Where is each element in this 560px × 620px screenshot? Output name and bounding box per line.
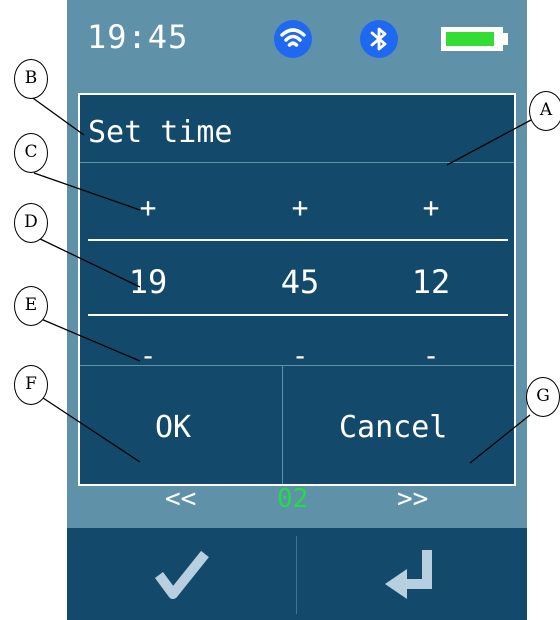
battery-level-fill [446,32,494,46]
battery-tip [503,33,508,45]
second-increment-button[interactable]: + [386,191,476,224]
callout-d: D [14,203,48,243]
status-time: 19:45 [87,18,189,56]
callout-c: C [14,133,48,173]
wifi-icon [274,20,312,58]
device-screen: 19:45 << 02 >> Set time + + + 19 45 12 -… [67,0,527,620]
second-value: 12 [411,263,451,301]
cancel-button-label: Cancel [339,410,448,445]
ok-button[interactable]: OK [80,366,282,484]
dialog-title: Set time [88,115,233,150]
enter-button[interactable] [377,542,447,608]
set-time-dialog: Set time + + + 19 45 12 - - - OK Cancel [78,93,516,486]
increment-divider [88,239,508,241]
status-bar: 19:45 [67,0,527,78]
cancel-button[interactable]: Cancel [283,366,514,484]
callout-a: A [529,91,560,131]
previous-page-button[interactable]: << [165,484,196,514]
decrement-divider [88,314,508,316]
checkmark-icon [154,550,209,599]
title-divider [80,162,514,163]
page-number: 02 [277,484,309,514]
callout-b: B [14,59,48,99]
minute-increment-button[interactable]: + [255,191,345,224]
next-page-button[interactable]: >> [397,484,428,514]
enter-arrow-icon [385,550,432,599]
ok-button-label: OK [155,410,192,445]
battery-icon [441,27,503,51]
callout-f: F [14,365,48,405]
bluetooth-icon [360,20,398,58]
callout-e: E [14,286,48,326]
callout-g: G [526,377,560,417]
minute-value: 45 [280,263,320,301]
hour-value: 19 [128,263,168,301]
hour-increment-button[interactable]: + [103,191,193,224]
bottom-action-bar [67,528,527,620]
bottom-bar-divider [296,536,297,614]
confirm-button[interactable] [147,542,217,608]
